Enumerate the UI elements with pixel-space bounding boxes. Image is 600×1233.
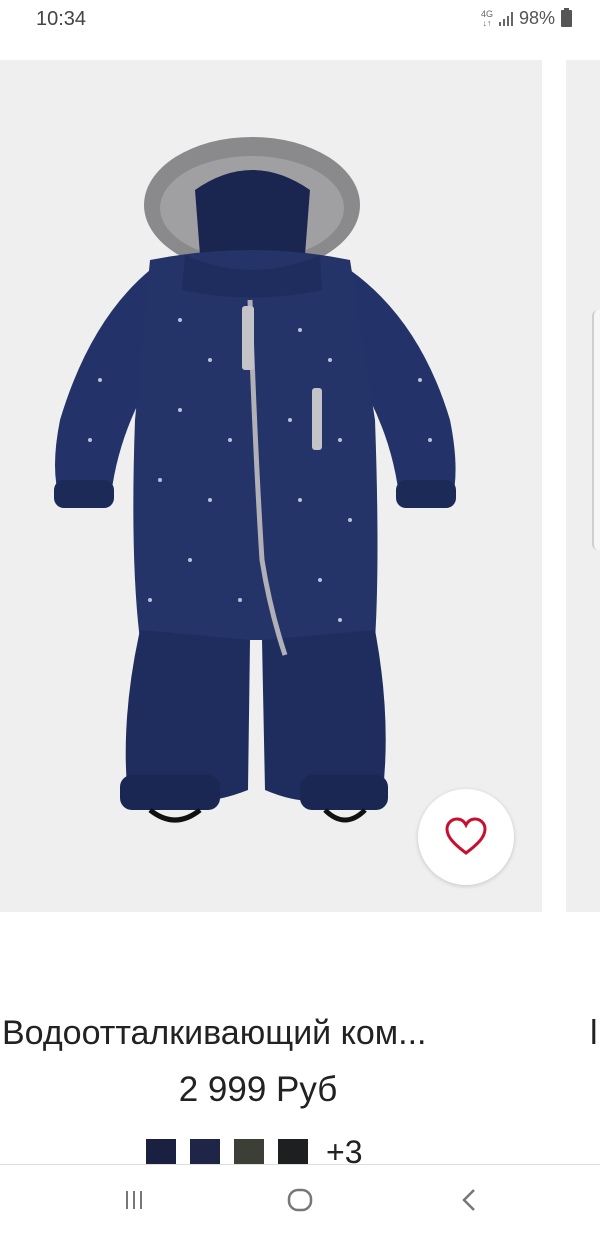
swatch-black[interactable] [278, 1138, 308, 1167]
recents-icon[interactable] [104, 1185, 164, 1215]
battery-level: 98% [518, 8, 555, 28]
favorite-button[interactable] [418, 789, 514, 885]
battery-icon [561, 8, 572, 27]
status-bar: 10:34 4G ↓↑ 98% [0, 0, 600, 40]
swatch-olive[interactable] [234, 1138, 264, 1167]
back-icon[interactable] [440, 1185, 500, 1215]
product-price: 2 999 Руб [178, 1070, 338, 1109]
network-4g-icon: 4G ↓↑ [480, 8, 493, 28]
swatch-dark-navy[interactable] [190, 1138, 220, 1167]
next-product-title[interactable]: l [590, 1014, 598, 1053]
carousel-edge [592, 310, 600, 550]
swatch-navy[interactable] [146, 1138, 176, 1167]
home-icon[interactable] [270, 1185, 330, 1215]
system-nav-bar [0, 1164, 600, 1233]
heart-icon [445, 817, 487, 855]
status-icons: 4G ↓↑ 98% [481, 8, 572, 29]
product-title[interactable]: Водоотталкивающий ком... [2, 1014, 427, 1053]
snowsuit-illustration [54, 137, 456, 823]
clock: 10:34 [36, 8, 87, 30]
signal-icon [498, 11, 513, 26]
product-image[interactable] [0, 60, 542, 912]
